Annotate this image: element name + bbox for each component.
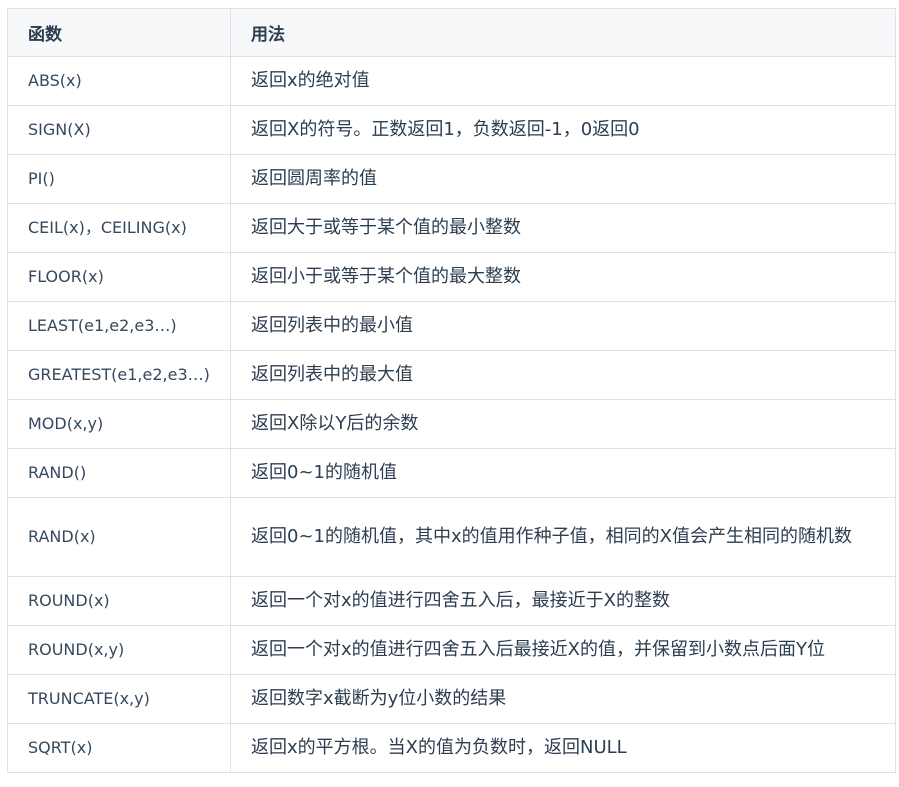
math-functions-table: 函数 用法 ABS(x) 返回x的绝对值 SIGN(X) 返回X的符号。正数返回… (7, 8, 896, 773)
table-row: GREATEST(e1,e2,e3…) 返回列表中的最大值 (7, 350, 896, 400)
function-usage-cell: 返回一个对x的值进行四舍五入后，最接近于X的整数 (230, 576, 896, 626)
table-row: ABS(x) 返回x的绝对值 (7, 56, 896, 106)
table-row: RAND() 返回0~1的随机值 (7, 448, 896, 498)
header-row: 函数 用法 (7, 8, 896, 57)
table-row: PI() 返回圆周率的值 (7, 154, 896, 204)
table-row: MOD(x,y) 返回X除以Y后的余数 (7, 399, 896, 449)
function-name-cell: SQRT(x) (7, 723, 231, 773)
table-row: TRUNCATE(x,y) 返回数字x截断为y位小数的结果 (7, 674, 896, 724)
table-row: ROUND(x) 返回一个对x的值进行四舍五入后，最接近于X的整数 (7, 576, 896, 626)
function-usage-cell: 返回一个对x的值进行四舍五入后最接近X的值，并保留到小数点后面Y位 (230, 625, 896, 675)
table-row: SQRT(x) 返回x的平方根。当X的值为负数时，返回NULL (7, 723, 896, 773)
table-row: RAND(x) 返回0~1的随机值，其中x的值用作种子值，相同的X值会产生相同的… (7, 497, 896, 577)
math-functions-table-wrapper: 函数 用法 ABS(x) 返回x的绝对值 SIGN(X) 返回X的符号。正数返回… (7, 8, 896, 773)
table-row: FLOOR(x) 返回小于或等于某个值的最大整数 (7, 252, 896, 302)
function-name-cell: GREATEST(e1,e2,e3…) (7, 350, 231, 400)
header-usage: 用法 (230, 8, 896, 57)
header-function: 函数 (7, 8, 231, 57)
table-row: LEAST(e1,e2,e3…) 返回列表中的最小值 (7, 301, 896, 351)
function-usage-cell: 返回列表中的最大值 (230, 350, 896, 400)
function-usage-cell: 返回大于或等于某个值的最小整数 (230, 203, 896, 253)
function-name-cell: RAND(x) (7, 497, 231, 577)
function-name-cell: FLOOR(x) (7, 252, 231, 302)
function-name-cell: SIGN(X) (7, 105, 231, 155)
function-usage-cell: 返回0~1的随机值，其中x的值用作种子值，相同的X值会产生相同的随机数 (230, 497, 896, 577)
function-name-cell: ROUND(x,y) (7, 625, 231, 675)
function-usage-cell: 返回0~1的随机值 (230, 448, 896, 498)
function-usage-cell: 返回X的符号。正数返回1，负数返回-1，0返回0 (230, 105, 896, 155)
function-name-cell: ROUND(x) (7, 576, 231, 626)
function-usage-cell: 返回数字x截断为y位小数的结果 (230, 674, 896, 724)
function-name-cell: RAND() (7, 448, 231, 498)
table-row: ROUND(x,y) 返回一个对x的值进行四舍五入后最接近X的值，并保留到小数点… (7, 625, 896, 675)
function-name-cell: TRUNCATE(x,y) (7, 674, 231, 724)
function-name-cell: ABS(x) (7, 56, 231, 106)
table-body: ABS(x) 返回x的绝对值 SIGN(X) 返回X的符号。正数返回1，负数返回… (7, 56, 896, 773)
function-usage-cell: 返回X除以Y后的余数 (230, 399, 896, 449)
function-name-cell: LEAST(e1,e2,e3…) (7, 301, 231, 351)
function-usage-cell: 返回x的绝对值 (230, 56, 896, 106)
table-header: 函数 用法 (7, 8, 896, 57)
function-usage-cell: 返回x的平方根。当X的值为负数时，返回NULL (230, 723, 896, 773)
function-usage-cell: 返回列表中的最小值 (230, 301, 896, 351)
function-name-cell: PI() (7, 154, 231, 204)
table-row: SIGN(X) 返回X的符号。正数返回1，负数返回-1，0返回0 (7, 105, 896, 155)
function-name-cell: MOD(x,y) (7, 399, 231, 449)
function-name-cell: CEIL(x)，CEILING(x) (7, 203, 231, 253)
table-row: CEIL(x)，CEILING(x) 返回大于或等于某个值的最小整数 (7, 203, 896, 253)
function-usage-cell: 返回小于或等于某个值的最大整数 (230, 252, 896, 302)
function-usage-cell: 返回圆周率的值 (230, 154, 896, 204)
